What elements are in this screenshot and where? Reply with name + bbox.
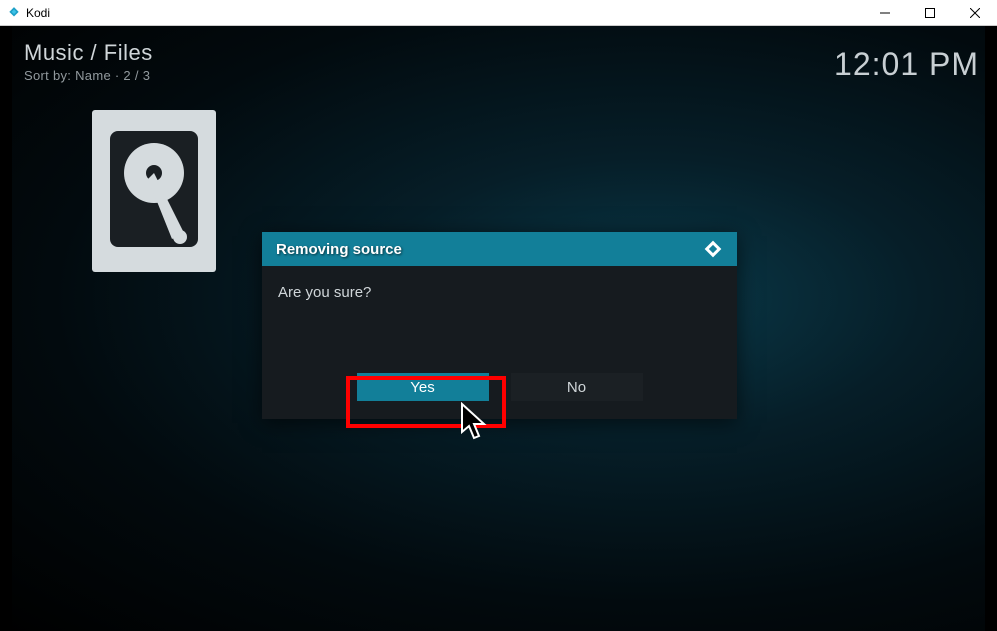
window-title: Kodi	[26, 6, 50, 20]
sort-info: Sort by: Name · 2 / 3	[24, 68, 150, 83]
media-source-tile[interactable]	[92, 110, 216, 272]
right-border	[985, 26, 997, 631]
clock: 12:01 PM	[834, 46, 979, 83]
dialog-message: Are you sure?	[278, 284, 721, 301]
maximize-button[interactable]	[907, 0, 952, 25]
no-button[interactable]: No	[511, 373, 643, 401]
breadcrumb: Music / Files	[24, 40, 153, 66]
window-titlebar: Kodi	[0, 0, 997, 26]
window-controls	[862, 0, 997, 25]
dialog-actions: Yes No	[278, 373, 721, 405]
close-button[interactable]	[952, 0, 997, 25]
kodi-app-icon	[6, 5, 22, 21]
kodi-app: Music / Files Sort by: Name · 2 / 3 12:0…	[0, 26, 997, 631]
kodi-logo-icon	[703, 239, 723, 259]
dialog-body: Are you sure? Yes No	[262, 266, 737, 419]
hard-disk-icon	[108, 129, 200, 254]
confirm-dialog: Removing source Are you sure? Yes No	[262, 232, 737, 419]
left-border	[0, 26, 12, 631]
yes-button[interactable]: Yes	[357, 373, 489, 401]
dialog-title: Removing source	[276, 241, 402, 258]
dialog-header: Removing source	[262, 232, 737, 266]
minimize-button[interactable]	[862, 0, 907, 25]
